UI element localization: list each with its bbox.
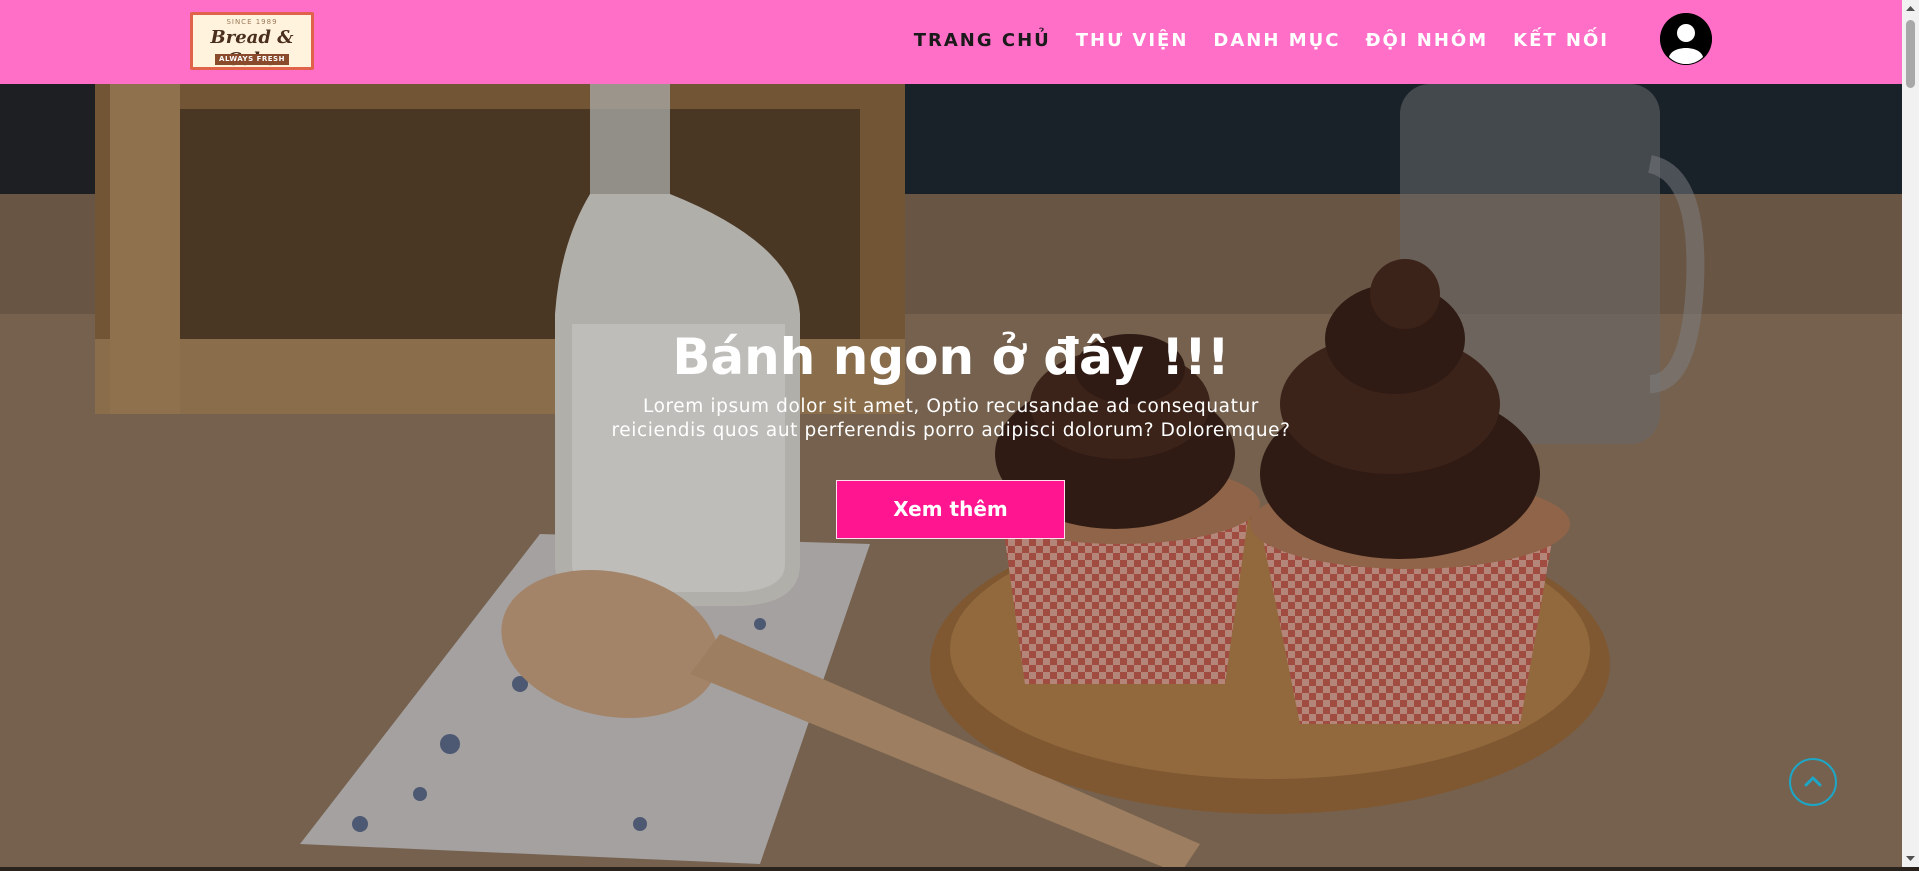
chevron-up-icon (1804, 776, 1822, 787)
scrollbar-thumb[interactable] (1906, 20, 1915, 88)
navbar: SINCE 1989 Bread & Cake ALWAYS FRESH TRA… (0, 0, 1902, 84)
nav-item-ket-noi[interactable]: KẾT NỐI (1513, 28, 1609, 54)
nav-item-trang-chu[interactable]: TRANG CHỦ (914, 28, 1051, 54)
user-circle-icon (1660, 13, 1712, 65)
back-to-top-button[interactable] (1789, 758, 1837, 806)
cupcakes-and-milk-photo (0, 84, 1902, 867)
logo-since-text: SINCE 1989 (226, 18, 278, 26)
hero-description: Lorem ipsum dolor sit amet, Optio recusa… (611, 396, 1291, 441)
nav-item-doi-nhom[interactable]: ĐỘI NHÓM (1365, 28, 1488, 54)
nav-item-thu-vien[interactable]: THƯ VIỆN (1076, 28, 1189, 54)
logo-tagline: ALWAYS FRESH (215, 54, 289, 65)
see-more-button[interactable]: Xem thêm (836, 480, 1065, 539)
scroll-down-arrow-icon[interactable] (1902, 850, 1919, 867)
page-scrollbar[interactable] (1902, 0, 1919, 867)
hero-title: Bánh ngon ở đây !!! (672, 328, 1230, 386)
user-avatar-button[interactable] (1660, 13, 1712, 65)
scroll-up-arrow-icon[interactable] (1902, 0, 1919, 17)
hero-section: Bánh ngon ở đây !!! Lorem ipsum dolor si… (0, 84, 1902, 867)
main-nav: TRANG CHỦ THƯ VIỆN DANH MỤC ĐỘI NHÓM KẾT… (914, 28, 1609, 54)
nav-item-danh-muc[interactable]: DANH MỤC (1213, 28, 1340, 54)
brand-logo[interactable]: SINCE 1989 Bread & Cake ALWAYS FRESH (190, 12, 314, 70)
